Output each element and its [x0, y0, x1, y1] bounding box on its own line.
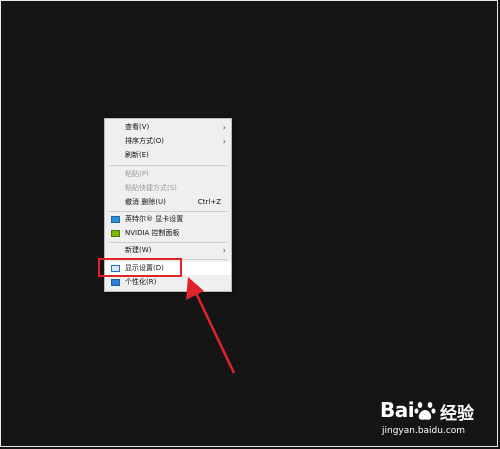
menu-item-label: 粘贴快捷方式(S): [125, 184, 177, 192]
menu-item-label: 个性化(R): [125, 278, 157, 286]
menu-item-label: 查看(V): [125, 123, 150, 131]
menu-item-refresh[interactable]: 刷新(E): [105, 149, 231, 162]
menu-item-label: 英特尔® 显卡设置: [125, 215, 184, 223]
watermark-url: jingyan.baidu.com: [382, 426, 466, 436]
nvidia-icon: [111, 230, 120, 237]
menu-separator: [109, 211, 227, 212]
submenu-arrow-icon: ›: [222, 246, 226, 255]
watermark-brand: Bai: [380, 398, 415, 422]
menu-separator: [109, 165, 227, 166]
menu-item-sort-by[interactable]: 排序方式(O) ›: [105, 135, 231, 148]
menu-item-label: 排序方式(O): [125, 137, 164, 145]
watermark-brand-cn: 经验: [440, 404, 474, 424]
baidu-jingyan-watermark: Bai 经验 jingyan.baidu.com: [380, 398, 495, 443]
menu-separator: [109, 242, 227, 243]
menu-item-label: 刷新(E): [125, 151, 149, 159]
menu-item-label: NVIDIA 控制面板: [125, 229, 180, 237]
menu-item-shortcut: Ctrl+Z: [197, 198, 221, 206]
annotation-arrow: [186, 277, 236, 374]
submenu-arrow-icon: ›: [222, 137, 226, 146]
menu-item-new[interactable]: 新建(W) ›: [105, 244, 231, 257]
annotation-highlight-box: [98, 258, 182, 277]
menu-item-paste: 粘贴(P): [105, 168, 231, 181]
menu-item-view[interactable]: 查看(V) ›: [105, 121, 231, 134]
menu-item-paste-shortcut: 粘贴快捷方式(S): [105, 182, 231, 195]
screenshot-frame: [0, 0, 498, 447]
menu-item-nvidia-control-panel[interactable]: NVIDIA 控制面板: [105, 227, 231, 240]
arrow-shaft: [194, 292, 236, 374]
paw-logo-icon: [414, 402, 436, 420]
menu-item-undo-delete[interactable]: 撤消 删除(U) Ctrl+Z: [105, 196, 231, 209]
menu-item-label: 粘贴(P): [125, 170, 149, 178]
submenu-arrow-icon: ›: [222, 123, 226, 132]
menu-item-label: 新建(W): [125, 246, 152, 254]
personalize-icon: [111, 279, 120, 286]
menu-item-intel-graphics[interactable]: 英特尔® 显卡设置: [105, 213, 231, 226]
menu-item-label: 撤消 删除(U): [125, 198, 166, 206]
menu-item-personalize[interactable]: 个性化(R): [105, 276, 231, 289]
intel-graphics-icon: [111, 216, 120, 223]
